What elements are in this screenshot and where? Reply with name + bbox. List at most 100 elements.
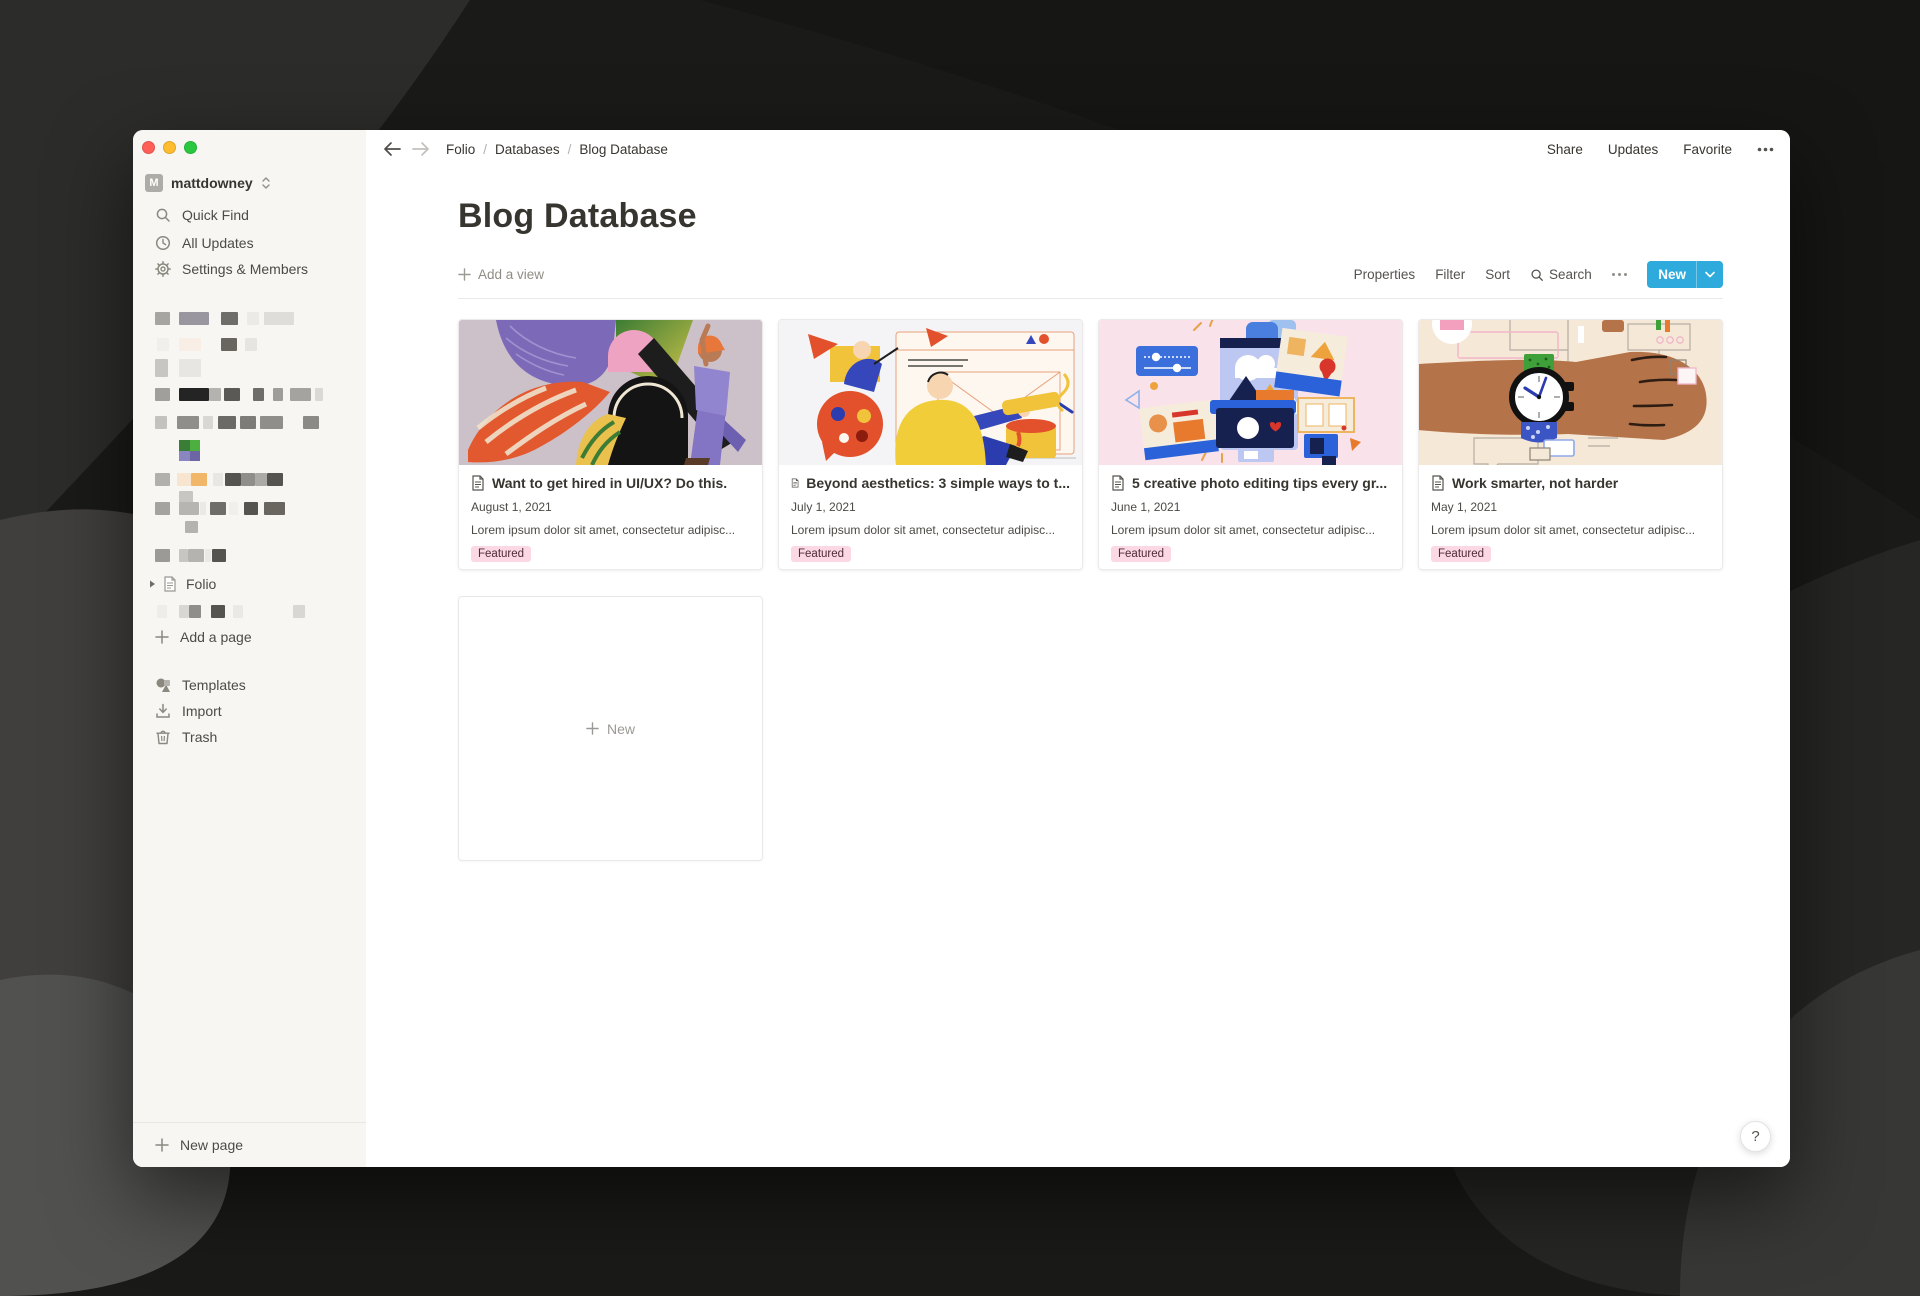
properties-button[interactable]: Properties (1348, 264, 1422, 285)
forward-arrow-icon[interactable] (411, 141, 430, 157)
view-more-button[interactable] (1606, 270, 1634, 280)
redacted-block (245, 338, 257, 351)
new-card-button[interactable]: New (458, 596, 763, 861)
redacted-block (315, 388, 323, 401)
help-button[interactable]: ? (1740, 1121, 1771, 1152)
sidebar-new-page-button[interactable]: New page (133, 1122, 366, 1167)
breadcrumb-separator: / (568, 142, 572, 157)
redacted-block (179, 312, 209, 325)
add-view-button[interactable]: Add a view (458, 267, 544, 282)
sidebar-item-quick-find[interactable]: Quick Find (133, 202, 366, 228)
redacted-block (209, 388, 221, 401)
card-beyond-aesthetics[interactable]: Beyond aesthetics: 3 simple ways to t...… (778, 319, 1083, 570)
redacted-block (203, 416, 213, 429)
new-button-label: New (1647, 261, 1696, 288)
plus-icon (155, 630, 169, 644)
close-window-button[interactable] (142, 141, 155, 154)
sidebar-item-trash[interactable]: Trash (133, 724, 366, 750)
breadcrumb-item-folio[interactable]: Folio (446, 142, 475, 157)
breadcrumb-item-databases[interactable]: Databases (495, 142, 560, 157)
redacted-block (213, 473, 223, 486)
search-icon (155, 207, 171, 223)
featured-tag: Featured (1431, 546, 1491, 562)
card-photo-editing-tips[interactable]: 5 creative photo editing tips every gr..… (1098, 319, 1403, 570)
share-button[interactable]: Share (1547, 142, 1583, 157)
back-arrow-icon[interactable] (383, 141, 402, 157)
card-illustration (1099, 320, 1402, 465)
trash-icon (155, 729, 171, 745)
sidebar-item-templates[interactable]: Templates (133, 672, 366, 698)
add-view-label: Add a view (478, 267, 544, 282)
redacted-block (253, 388, 264, 401)
redacted-block (210, 502, 226, 515)
card-date: June 1, 2021 (1111, 500, 1390, 514)
workspace-name: mattdowney (171, 175, 253, 191)
updates-button[interactable]: Updates (1608, 142, 1658, 157)
desktop-background: M mattdowney Quick Find All Updates (0, 0, 1920, 1296)
redacted-block (212, 549, 226, 562)
redacted-block (155, 359, 168, 377)
more-icon[interactable] (1757, 147, 1774, 152)
featured-tag: Featured (791, 546, 851, 562)
expand-triangle-icon[interactable] (147, 579, 157, 589)
breadcrumb-item-blog-database[interactable]: Blog Database (579, 142, 668, 157)
plus-icon (586, 722, 599, 735)
redacted-block (177, 473, 191, 486)
minimize-window-button[interactable] (163, 141, 176, 154)
sidebar-item-label: Folio (186, 576, 216, 592)
redacted-block (179, 549, 188, 562)
redacted-block (211, 605, 225, 618)
sidebar-item-folio[interactable]: Folio (133, 571, 366, 597)
window-controls (142, 141, 197, 154)
page-icon (791, 475, 799, 491)
workspace-switcher[interactable]: M mattdowney (133, 170, 366, 196)
new-record-button[interactable]: New (1647, 261, 1723, 288)
sidebar-item-label: Trash (182, 729, 217, 745)
redacted-block (157, 338, 169, 351)
redacted-block (177, 416, 199, 429)
clock-icon (155, 235, 171, 251)
page-title: Blog Database (458, 196, 1723, 236)
redacted-block (303, 416, 319, 429)
new-card-label: New (607, 721, 635, 737)
card-title: Beyond aesthetics: 3 simple ways to t... (806, 475, 1070, 491)
search-button[interactable]: Search (1524, 264, 1598, 285)
redacted-block (191, 473, 207, 486)
topbar: Folio / Databases / Blog Database Share … (366, 130, 1790, 168)
card-title: Want to get hired in UI/UX? Do this. (492, 475, 727, 491)
featured-tag: Featured (471, 546, 531, 562)
card-title: 5 creative photo editing tips every gr..… (1132, 475, 1387, 491)
card-illustration (459, 320, 762, 465)
redacted-page-emoji (179, 440, 200, 461)
card-excerpt: Lorem ipsum dolor sit amet, consectetur … (791, 523, 1070, 537)
redacted-block (155, 473, 170, 486)
redacted-block (255, 473, 267, 486)
sidebar-item-all-updates[interactable]: All Updates (133, 230, 366, 256)
redacted-block (241, 473, 255, 486)
chevron-updown-icon (261, 176, 271, 190)
redacted-block (293, 605, 305, 618)
card-work-smarter[interactable]: Work smarter, not harder May 1, 2021 Lor… (1418, 319, 1723, 570)
card-excerpt: Lorem ipsum dolor sit amet, consectetur … (471, 523, 750, 537)
sidebar-item-label: Quick Find (182, 207, 249, 223)
plus-icon (458, 268, 471, 281)
favorite-button[interactable]: Favorite (1683, 142, 1732, 157)
redacted-block (240, 416, 256, 429)
view-controls: Properties Filter Sort Search Ne (1348, 261, 1723, 288)
chevron-down-icon[interactable] (1696, 261, 1723, 288)
redacted-block (200, 502, 206, 515)
sidebar-add-a-page[interactable]: Add a page (133, 624, 366, 650)
redacted-block (205, 549, 211, 562)
sort-button[interactable]: Sort (1479, 264, 1516, 285)
redacted-block (233, 605, 243, 618)
fullscreen-window-button[interactable] (184, 141, 197, 154)
sidebar-item-import[interactable]: Import (133, 698, 366, 724)
redacted-block (189, 605, 201, 618)
sidebar-item-settings-members[interactable]: Settings & Members (133, 256, 366, 282)
main-panel: Folio / Databases / Blog Database Share … (366, 130, 1790, 1167)
sidebar-item-label: All Updates (182, 235, 254, 251)
filter-button[interactable]: Filter (1429, 264, 1471, 285)
breadcrumb-separator: / (483, 142, 487, 157)
card-illustration (779, 320, 1082, 465)
card-want-to-get-hired[interactable]: Want to get hired in UI/UX? Do this. Aug… (458, 319, 763, 570)
